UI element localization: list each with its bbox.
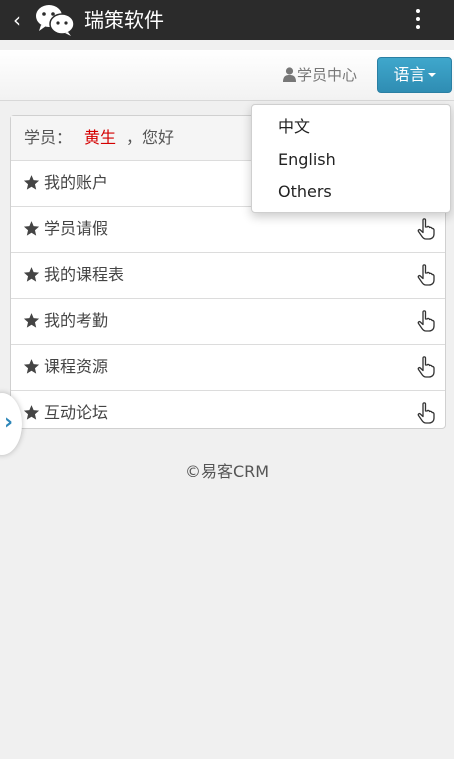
menu-item-label: 学员请假 xyxy=(44,219,109,238)
menu-item-label: 课程资源 xyxy=(44,357,109,376)
language-option-others[interactable]: Others xyxy=(278,182,332,202)
menu-item-my-attendance[interactable]: 我的考勤 xyxy=(11,299,445,345)
language-option-english[interactable]: English xyxy=(278,150,336,170)
star-icon xyxy=(23,313,40,328)
star-icon xyxy=(23,405,40,420)
menu-item-label: 我的账户 xyxy=(44,173,109,192)
star-icon xyxy=(23,267,40,282)
hand-pointer-icon xyxy=(417,264,435,286)
star-icon xyxy=(23,175,40,190)
user-icon xyxy=(283,67,296,82)
menu-item-label: 我的考勤 xyxy=(44,311,109,330)
student-name: 黄生 xyxy=(84,128,117,147)
caret-down-icon xyxy=(427,73,436,77)
user-center-label: 学员中心 xyxy=(297,66,358,84)
app-titlebar: ‹ 瑞策软件 xyxy=(0,0,454,40)
back-button[interactable]: ‹ xyxy=(13,7,21,33)
language-button[interactable]: 语言 xyxy=(377,57,452,93)
star-icon xyxy=(23,221,40,236)
footer-copyright: ©易客CRM xyxy=(184,462,270,481)
hand-pointer-icon xyxy=(417,218,435,240)
menu-item-leave-request[interactable]: 学员请假 xyxy=(11,207,445,253)
language-dropdown: 中文 English Others xyxy=(251,104,451,213)
user-center-link[interactable]: 学员中心 xyxy=(283,65,357,85)
language-button-label: 语言 xyxy=(393,65,426,84)
menu-item-course-resources[interactable]: 课程资源 xyxy=(11,345,445,391)
menu-item-label: 互动论坛 xyxy=(44,403,109,422)
language-option-chinese[interactable]: 中文 xyxy=(278,117,310,137)
wechat-logo-icon xyxy=(36,5,75,36)
menu-item-label: 我的课程表 xyxy=(44,265,125,284)
menu-item-my-schedule[interactable]: 我的课程表 xyxy=(11,253,445,299)
more-vertical-icon[interactable] xyxy=(410,7,426,33)
hand-pointer-icon xyxy=(417,402,435,424)
student-label: 学员： xyxy=(24,128,73,147)
greeting-text: ，您好 xyxy=(126,128,175,147)
menu-item-forum[interactable]: 互动论坛 xyxy=(11,391,445,436)
app-title: 瑞策软件 xyxy=(84,8,164,32)
hand-pointer-icon xyxy=(417,310,435,332)
hand-pointer-icon xyxy=(417,356,435,378)
chevron-right-icon: › xyxy=(4,410,14,435)
star-icon xyxy=(23,359,40,374)
